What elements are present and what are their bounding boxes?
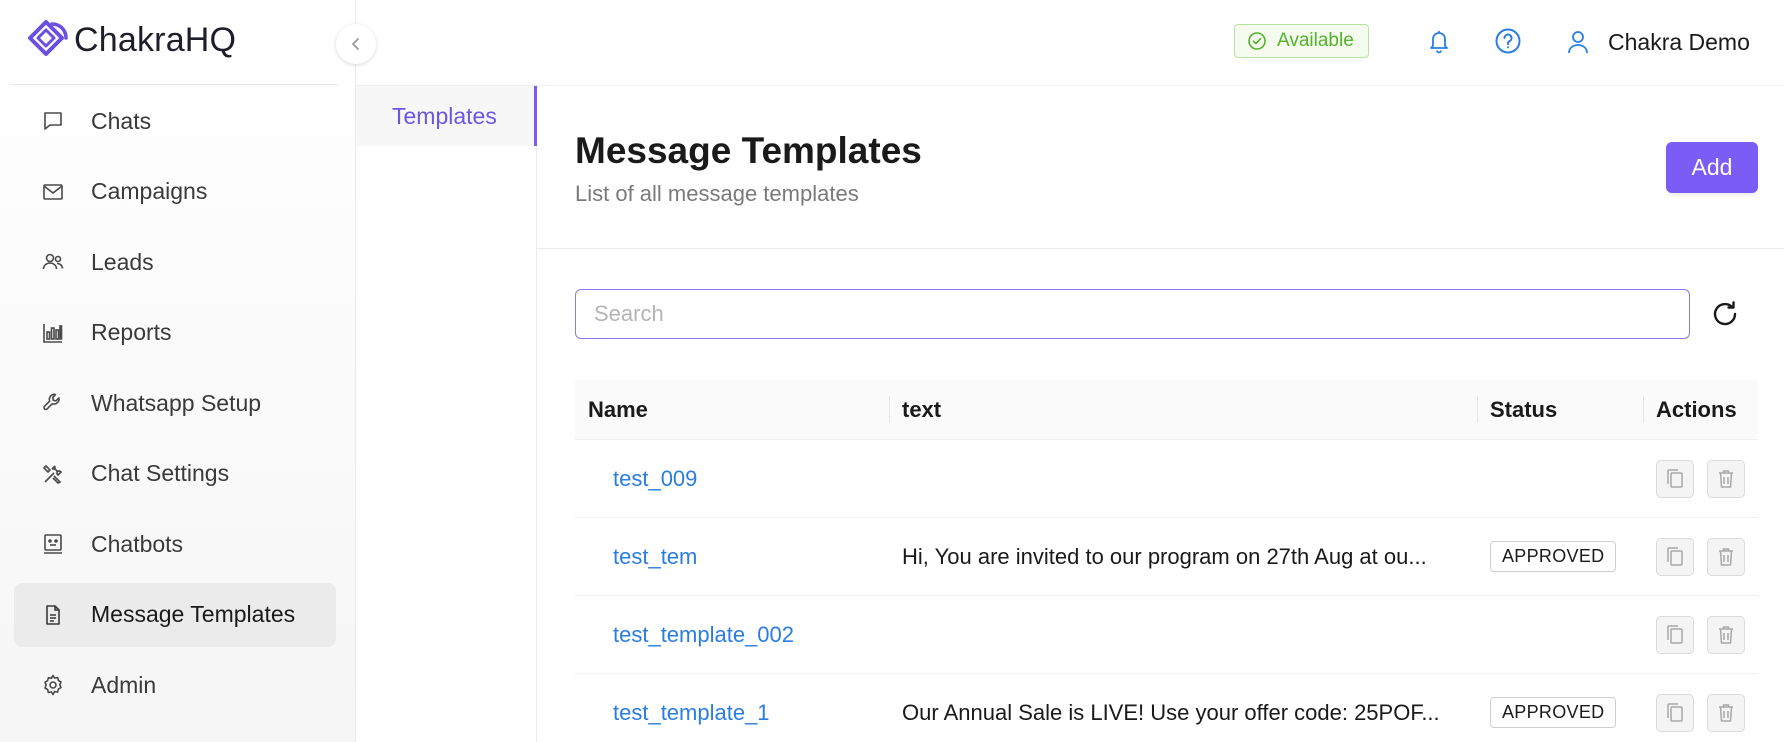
trash-icon — [1719, 469, 1733, 488]
template-name-link[interactable]: test_tem — [613, 544, 697, 570]
notifications-button[interactable] — [1424, 26, 1454, 56]
table-header: Name text Status Actions — [575, 380, 1758, 440]
delete-button[interactable] — [1707, 459, 1745, 498]
delete-button[interactable] — [1707, 615, 1745, 654]
bar-chart-icon — [40, 320, 66, 346]
status-badge: APPROVED — [1490, 697, 1617, 728]
sidebar-item-label: Chat Settings — [91, 460, 230, 486]
add-template-button[interactable]: Add — [1666, 142, 1758, 193]
template-name-link[interactable]: test_template_002 — [613, 622, 794, 648]
sidebar-nav: Chats Campaigns Leads Reports Whatsapp S… — [14, 89, 336, 724]
user-name: Chakra Demo — [1608, 28, 1750, 55]
status-badge: APPROVED — [1490, 541, 1617, 572]
sidebar-item-label: Admin — [91, 671, 157, 698]
template-text: Our Annual Sale is LIVE! Use your offer … — [902, 699, 1440, 725]
bell-icon — [1430, 31, 1448, 54]
copy-icon — [1667, 468, 1683, 488]
check-circle-icon — [1248, 32, 1266, 50]
sidebar-collapse-button[interactable] — [336, 24, 376, 64]
table-row: test_tem Hi, You are invited to our prog… — [575, 518, 1758, 596]
refresh-icon — [1713, 301, 1737, 326]
sidebar-item-chats[interactable]: Chats — [14, 89, 336, 153]
sidebar-item-label: Campaigns — [91, 178, 208, 204]
gear-icon — [40, 672, 66, 698]
chevron-left-icon — [352, 38, 359, 50]
sidebar-item-whatsapp-setup[interactable]: Whatsapp Setup — [14, 371, 336, 435]
page-title: Message Templates — [575, 130, 922, 171]
trash-icon — [1719, 547, 1733, 566]
top-header: Available Chakra Demo — [356, 0, 1784, 86]
sidebar-item-label: Message Templates — [91, 601, 296, 627]
sidebar-item-chat-settings[interactable]: Chat Settings — [14, 442, 336, 506]
sidebar-item-chatbots[interactable]: Chatbots — [14, 512, 336, 576]
sidebar-item-label: Leads — [91, 248, 154, 275]
template-name-link[interactable]: test_template_1 — [613, 700, 770, 726]
sidebar-item-label: Chatbots — [91, 530, 184, 557]
delete-button[interactable] — [1707, 537, 1745, 576]
users-icon — [40, 249, 66, 275]
template-text: Hi, You are invited to our program on 27… — [902, 543, 1427, 569]
copy-icon — [1667, 624, 1683, 644]
sidebar-item-message-templates[interactable]: Message Templates — [14, 582, 336, 647]
availability-status-button[interactable]: Available — [1234, 24, 1369, 58]
copy-button[interactable] — [1656, 537, 1694, 576]
copy-button[interactable] — [1656, 693, 1694, 732]
refresh-button[interactable] — [1707, 296, 1743, 332]
sidebar-item-label: Whatsapp Setup — [91, 389, 262, 416]
templates-table: Name text Status Actions test_009 test_t… — [575, 380, 1758, 742]
user-menu[interactable]: Chakra Demo — [1566, 22, 1750, 62]
column-header-actions: Actions — [1643, 380, 1758, 439]
envelope-icon — [40, 179, 66, 205]
subnav-item-templates[interactable]: Templates — [356, 86, 537, 146]
sidebar-item-label: Reports — [91, 319, 172, 345]
sidebar-item-admin[interactable]: Admin — [14, 653, 336, 717]
question-circle-icon — [1495, 28, 1521, 54]
column-header-name[interactable]: Name — [575, 380, 889, 439]
table-row: test_009 — [575, 440, 1758, 518]
template-name-link[interactable]: test_009 — [613, 466, 697, 492]
copy-icon — [1667, 702, 1683, 722]
header-divider — [537, 248, 1784, 249]
bot-icon — [40, 531, 66, 557]
trash-icon — [1719, 703, 1733, 722]
sidebar: ChakraHQ Chats Campaigns Leads Reports W… — [0, 0, 356, 742]
table-row: test_template_1 Our Annual Sale is LIVE!… — [575, 674, 1758, 742]
copy-icon — [1667, 546, 1683, 566]
sidebar-item-reports[interactable]: Reports — [14, 301, 336, 365]
sidebar-item-label: Chats — [91, 107, 152, 134]
table-row: test_template_002 — [575, 596, 1758, 674]
help-button[interactable] — [1493, 26, 1523, 56]
delete-button[interactable] — [1707, 693, 1745, 732]
column-header-text[interactable]: text — [889, 380, 1477, 439]
app-name: ChakraHQ — [74, 20, 237, 59]
sidebar-item-campaigns[interactable]: Campaigns — [14, 160, 336, 224]
templates-subnav: Templates — [356, 86, 537, 742]
main-content: Message Templates List of all message te… — [537, 86, 1784, 742]
copy-button[interactable] — [1656, 459, 1694, 498]
status-cell — [1477, 596, 1643, 673]
status-cell — [1477, 440, 1643, 517]
availability-status-label: Available — [1277, 30, 1354, 51]
wrench-icon — [40, 390, 66, 416]
sidebar-item-leads[interactable]: Leads — [14, 230, 336, 294]
page-subtitle: List of all message templates — [575, 181, 859, 206]
chakra-logo-icon — [28, 20, 68, 56]
search-input[interactable] — [575, 289, 1690, 339]
logo-divider — [10, 84, 339, 85]
document-icon — [40, 602, 66, 628]
column-header-status[interactable]: Status — [1477, 380, 1643, 439]
trash-icon — [1719, 625, 1733, 644]
logo[interactable]: ChakraHQ — [22, 14, 236, 66]
user-icon — [1568, 31, 1588, 54]
tools-icon — [40, 461, 66, 487]
chat-bubble-icon — [40, 108, 66, 134]
copy-button[interactable] — [1656, 615, 1694, 654]
